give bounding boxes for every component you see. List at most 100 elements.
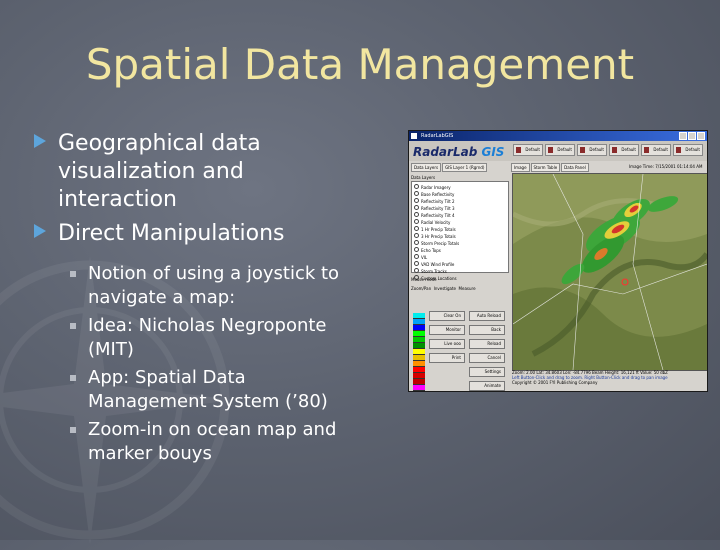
radio-icon: [414, 205, 419, 210]
radio-icon: [414, 247, 419, 252]
mouse-mode-label: Mouse mode: [411, 277, 437, 282]
reload-button[interactable]: Reload: [469, 339, 505, 349]
layer-label: Reflectivity Tilt 3: [421, 206, 455, 211]
default-button[interactable]: Default: [513, 144, 543, 156]
layer-item[interactable]: Storm Precip Totals: [414, 240, 506, 247]
tab-image[interactable]: Image: [511, 163, 530, 172]
tab-gis-layer[interactable]: GIS Layer 1 (Rgrnd): [442, 163, 488, 172]
layer-label: Storm Precip Totals: [421, 241, 460, 246]
default-button[interactable]: Default: [577, 144, 607, 156]
app-header: RadarLab GIS Default Default Default Def…: [409, 141, 707, 161]
status-bar: Zoom: 2.00 Lat: 34.8603 Lon: -84.7796 Be…: [512, 370, 706, 385]
sub-bullet-item: App: Spatial Data Management System (’80…: [70, 366, 364, 414]
layer-item[interactable]: 1 Hr Precip Totals: [414, 226, 506, 233]
auto-reload-button[interactable]: Auto Reload: [469, 311, 505, 321]
layer-item[interactable]: Base Reflectivity: [414, 191, 506, 198]
live-button[interactable]: Live ooo: [429, 339, 465, 349]
radar-map[interactable]: [512, 173, 707, 371]
monitor-button[interactable]: Monitor: [429, 325, 465, 335]
bullet-list: Geographical data visualization and inte…: [34, 130, 364, 470]
back-button[interactable]: Back: [469, 325, 505, 335]
bullet-arrow-icon: [34, 134, 46, 148]
layer-label: Radar Imagery: [421, 185, 451, 190]
layer-item[interactable]: Reflectivity Tilt 3: [414, 205, 506, 212]
bullet-item: Geographical data visualization and inte…: [34, 130, 364, 214]
sub-bullet-item: Zoom-in on ocean map and marker bouys: [70, 418, 364, 466]
square-bullet-icon: [70, 427, 76, 433]
layer-label: Reflectivity Tilt 4: [421, 213, 455, 218]
tab-data-panel[interactable]: Data Panel: [561, 163, 589, 172]
left-panel: Data Layers GIS Layer 1 (Rgrnd) Data Lay…: [411, 163, 509, 391]
scale-swatch: [413, 391, 425, 392]
default-button[interactable]: Default: [641, 144, 671, 156]
logo-text: RadarLab: [413, 145, 478, 159]
radio-icon: [414, 191, 419, 196]
default-button[interactable]: Default: [545, 144, 575, 156]
clear-on-button[interactable]: Clear On: [429, 311, 465, 321]
logo-accent: GIS: [481, 145, 505, 159]
status-copyright: Copyright © 2001 FYI Publishing Company: [512, 380, 598, 385]
color-scale-legend: [413, 313, 425, 392]
radio-icon: [414, 219, 419, 224]
bullet-arrow-icon: [34, 224, 46, 238]
sub-bullet-list: Notion of using a joystick to navigate a…: [34, 262, 364, 466]
mode-investigate[interactable]: Investigate: [434, 286, 456, 291]
layer-item[interactable]: VAD Wind Profile: [414, 261, 506, 268]
radio-icon: [414, 240, 419, 245]
tab-storm-table[interactable]: Storm Table: [530, 163, 561, 172]
layer-item[interactable]: Reflectivity Tilt 2: [414, 198, 506, 205]
layer-label: 1 Hr Precip Totals: [421, 227, 456, 232]
mode-zoom-pan[interactable]: Zoom/Pan: [411, 286, 431, 291]
mouse-mode-options: Zoom/Pan Investigate Measure: [411, 286, 509, 291]
default-button[interactable]: Default: [673, 144, 703, 156]
tab-data-layers[interactable]: Data Layers: [411, 163, 442, 172]
window-titlebar: RadarLabGIS: [409, 131, 707, 141]
sub-bullet-item: Idea: Nicholas Negroponte (MIT): [70, 314, 364, 362]
layer-item[interactable]: Radar Imagery: [414, 184, 506, 191]
radio-icon: [414, 254, 419, 259]
radarlab-screenshot: RadarLabGIS RadarLab GIS Default Default…: [408, 130, 708, 392]
layer-label: Base Reflectivity: [421, 192, 455, 197]
cancel-button[interactable]: Cancel: [469, 353, 505, 363]
layer-label: Storm Tracks: [421, 269, 447, 274]
sub-bullet-text: App: Spatial Data Management System (’80…: [88, 367, 328, 412]
layer-label: Echo Tops: [421, 248, 441, 253]
print-button[interactable]: Print: [429, 353, 465, 363]
mode-measure[interactable]: Measure: [459, 286, 476, 291]
radio-icon: [414, 233, 419, 238]
radio-icon: [414, 261, 419, 266]
layer-item[interactable]: Radial Velocity: [414, 219, 506, 226]
data-layers-label: Data Layers: [411, 175, 436, 180]
radar-map-image: [513, 174, 707, 370]
layer-item[interactable]: 3 Hr Precip Totals: [414, 233, 506, 240]
radio-icon: [414, 268, 419, 273]
settings-button[interactable]: Settings: [469, 367, 505, 377]
minimize-button[interactable]: [679, 132, 687, 140]
default-button[interactable]: Default: [609, 144, 639, 156]
layer-item[interactable]: Echo Tops: [414, 247, 506, 254]
animate-button[interactable]: Animate: [469, 381, 505, 391]
slide-title: Spatial Data Management: [85, 40, 635, 89]
square-bullet-icon: [70, 271, 76, 277]
bullet-text: Geographical data visualization and inte…: [58, 131, 261, 212]
layer-item[interactable]: Storm Tracks: [414, 268, 506, 275]
radio-icon: [414, 212, 419, 217]
layer-label: Radial Velocity: [421, 220, 451, 225]
layer-list: Radar Imagery Base Reflectivity Reflectivi…: [411, 181, 509, 281]
sub-bullet-text: Zoom-in on ocean map and marker bouys: [88, 419, 337, 464]
layer-item[interactable]: VIL: [414, 254, 506, 261]
square-bullet-icon: [70, 375, 76, 381]
maximize-button[interactable]: [688, 132, 696, 140]
sub-bullet-item: Notion of using a joystick to navigate a…: [70, 262, 364, 310]
app-logo: RadarLab GIS: [413, 145, 504, 159]
layer-label: VAD Wind Profile: [421, 262, 455, 267]
square-bullet-icon: [70, 323, 76, 329]
layer-item[interactable]: Reflectivity Tilt 4: [414, 212, 506, 219]
default-toolbar: Default Default Default Default Default …: [513, 144, 703, 156]
app-icon: [411, 133, 417, 139]
bullet-text: Direct Manipulations: [58, 221, 285, 246]
radio-icon: [414, 184, 419, 189]
close-button[interactable]: [697, 132, 705, 140]
layer-label: VIL: [421, 255, 428, 260]
radio-icon: [414, 198, 419, 203]
